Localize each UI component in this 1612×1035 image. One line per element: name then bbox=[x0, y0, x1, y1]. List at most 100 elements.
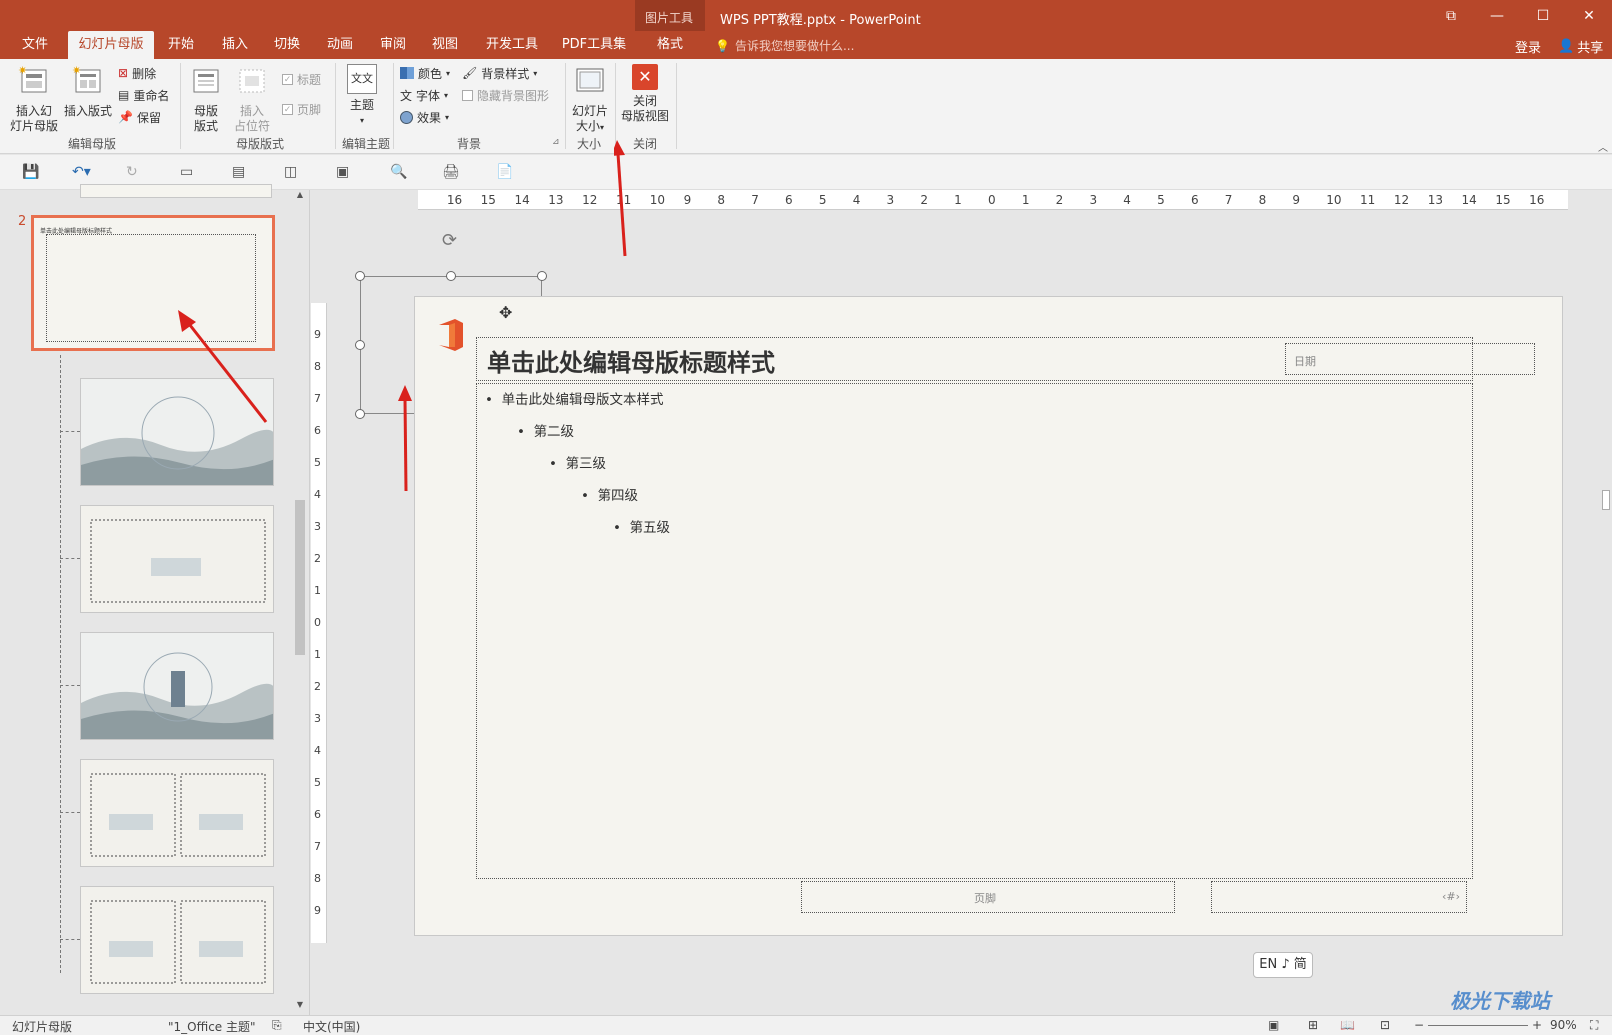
layout-thumbnail[interactable] bbox=[80, 505, 274, 613]
zoom-level[interactable]: 90% bbox=[1550, 1018, 1577, 1032]
footer-label: 页脚 bbox=[974, 892, 996, 905]
print-preview-icon[interactable]: 🔍 bbox=[390, 164, 407, 180]
bullet-marker: • bbox=[517, 424, 525, 440]
text-box-icon[interactable]: ▤ bbox=[232, 164, 245, 180]
background-styles-dropdown[interactable]: 🖌 背景样式 ▾ bbox=[462, 63, 537, 83]
resize-handle[interactable] bbox=[537, 271, 547, 281]
tab-format[interactable]: 格式 bbox=[645, 31, 695, 59]
from-beginning-icon[interactable]: ◫ bbox=[284, 164, 297, 180]
share-button[interactable]: 👤 共享 bbox=[1558, 37, 1603, 56]
lightbulb-icon: 💡 bbox=[715, 38, 730, 53]
footer-checkbox[interactable]: 页脚 bbox=[282, 99, 321, 119]
resize-handle[interactable] bbox=[355, 409, 365, 419]
level-4-bullet: • 第四级 bbox=[581, 484, 638, 504]
login-link[interactable]: 登录 bbox=[1515, 37, 1541, 56]
layout-thumbnail[interactable] bbox=[80, 632, 274, 740]
ruler-tick-label: 6 bbox=[314, 424, 321, 437]
tab-developer[interactable]: 开发工具 bbox=[480, 31, 544, 59]
thumbnail-scrollbar[interactable]: ▲ ▼ bbox=[293, 190, 307, 1015]
ribbon-display-icon[interactable]: ⧉ bbox=[1428, 0, 1474, 31]
slideshow-icon[interactable]: ⊡ bbox=[1380, 1018, 1390, 1032]
close-master-view-button[interactable]: ✕ 关闭 母版视图 bbox=[618, 64, 672, 124]
fit-slide-icon[interactable]: ⛶ bbox=[1590, 1018, 1598, 1033]
hide-background-checkbox[interactable]: 隐藏背景图形 bbox=[462, 85, 549, 105]
tab-review[interactable]: 审阅 bbox=[370, 31, 416, 59]
tab-transitions[interactable]: 切换 bbox=[264, 31, 310, 59]
zoom-in-icon[interactable]: + bbox=[1532, 1018, 1542, 1032]
close-window-button[interactable]: ✕ bbox=[1566, 0, 1612, 31]
pdf-icon[interactable]: 📄 bbox=[496, 164, 513, 180]
right-scrollbar[interactable] bbox=[1597, 190, 1612, 1015]
preserve-button[interactable]: 📌 保留 bbox=[118, 107, 161, 127]
dialog-launcher-icon[interactable]: ⊿ bbox=[552, 137, 560, 147]
maximize-button[interactable]: ☐ bbox=[1520, 0, 1566, 31]
slide-number-placeholder[interactable]: ‹#› bbox=[1211, 881, 1467, 913]
ruler-tick-label: 6 bbox=[314, 808, 321, 821]
footer-placeholder[interactable]: 页脚 bbox=[801, 881, 1175, 913]
zoom-slider[interactable] bbox=[1428, 1025, 1528, 1026]
chevron-down-icon: ▾ bbox=[445, 112, 450, 122]
presenter-icon[interactable]: ▣ bbox=[336, 164, 349, 180]
date-placeholder[interactable]: 日期 bbox=[1285, 343, 1535, 375]
insert-slide-master-button[interactable]: ✷ 插入幻 灯片母版 bbox=[8, 64, 60, 134]
delete-button[interactable]: ⊠ 删除 bbox=[118, 63, 156, 83]
tab-file[interactable]: 文件 bbox=[10, 31, 60, 59]
tab-animations[interactable]: 动画 bbox=[317, 31, 363, 59]
scrollbar-thumb[interactable] bbox=[295, 500, 305, 655]
scroll-up-icon[interactable]: ▲ bbox=[293, 190, 307, 204]
tab-home[interactable]: 开始 bbox=[158, 31, 204, 59]
scroll-down-icon[interactable]: ▼ bbox=[293, 1000, 307, 1014]
hide-background-check-icon bbox=[462, 89, 473, 101]
group-separator bbox=[180, 63, 181, 149]
ruler-tick-label: 14 bbox=[514, 193, 530, 207]
colors-dropdown[interactable]: 颜色 ▾ bbox=[400, 63, 450, 83]
title-checkbox[interactable]: 标题 bbox=[282, 69, 321, 89]
tab-pdf-tools[interactable]: PDF工具集 bbox=[556, 31, 632, 59]
insert-layout-button[interactable]: ✷ 插入版式 bbox=[62, 64, 114, 119]
insert-placeholder-button[interactable]: 插入 占位符 bbox=[230, 64, 274, 134]
rename-button[interactable]: ▤ 重命名 bbox=[118, 85, 169, 105]
level-5-text: 第五级 bbox=[629, 520, 671, 536]
resize-handle[interactable] bbox=[355, 340, 365, 350]
close-icon: ✕ bbox=[632, 64, 658, 90]
save-icon[interactable]: 💾 bbox=[22, 164, 39, 180]
normal-view-icon[interactable]: ▣ bbox=[1268, 1018, 1279, 1032]
fonts-dropdown[interactable]: 文字体 ▾ bbox=[400, 85, 448, 105]
slide-sorter-icon[interactable]: ⊞ bbox=[1308, 1018, 1318, 1032]
undo-icon[interactable]: ↶▾ bbox=[72, 164, 91, 180]
effects-dropdown[interactable]: 效果 ▾ bbox=[400, 107, 449, 127]
slide-size-label-2: 大小 bbox=[575, 119, 600, 133]
theme-icon: 文文 bbox=[347, 64, 377, 94]
slide-thumbnail[interactable] bbox=[80, 184, 272, 198]
reading-view-icon[interactable]: 📖 bbox=[1340, 1018, 1355, 1032]
zoom-out-icon[interactable]: − bbox=[1414, 1018, 1424, 1032]
tab-view[interactable]: 视图 bbox=[422, 31, 468, 59]
layout-thumbnail[interactable] bbox=[80, 886, 274, 994]
slide-size-button[interactable]: 幻灯片 大小▾ bbox=[568, 64, 612, 135]
resize-handle[interactable] bbox=[355, 271, 365, 281]
collapse-ribbon-icon[interactable]: ︿ bbox=[1598, 139, 1608, 154]
body-placeholder[interactable]: • 单击此处编辑母版文本样式 • 第二级 • 第三级 • 第四级 • 第五级 bbox=[476, 383, 1473, 879]
tab-insert[interactable]: 插入 bbox=[212, 31, 258, 59]
publish-icon[interactable]: 🖨 bbox=[442, 164, 460, 180]
spellcheck-icon[interactable]: ⎘ bbox=[272, 1018, 282, 1033]
tell-me-search[interactable]: 💡 告诉我您想要做什么... bbox=[715, 37, 854, 54]
minimize-button[interactable]: — bbox=[1474, 0, 1520, 31]
layout-thumbnail[interactable] bbox=[80, 759, 274, 867]
ruler-tick-label: 14 bbox=[1461, 193, 1477, 207]
resize-handle[interactable] bbox=[446, 271, 456, 281]
connector-tick bbox=[60, 685, 80, 686]
master-layout-button[interactable]: 母版 版式 bbox=[186, 64, 226, 134]
tab-slide-master[interactable]: 幻灯片母版 bbox=[68, 31, 154, 59]
rotate-handle-icon[interactable]: ⟳ bbox=[442, 230, 457, 251]
redo-icon[interactable]: ↻ bbox=[126, 164, 138, 180]
preserve-label: 保留 bbox=[136, 110, 161, 125]
title-check-icon bbox=[282, 73, 293, 85]
ime-indicator[interactable]: EN ♪ 简 bbox=[1253, 952, 1313, 978]
footer-check-icon bbox=[282, 103, 293, 115]
group-label-master-layout: 母版版式 bbox=[236, 137, 285, 151]
scrollbar-thumb[interactable] bbox=[1602, 490, 1610, 510]
status-theme: "1_Office 主题" bbox=[168, 1020, 256, 1034]
new-slide-icon[interactable]: ▭ bbox=[180, 164, 193, 180]
theme-button[interactable]: 文文 主题 ▾ bbox=[342, 64, 382, 128]
